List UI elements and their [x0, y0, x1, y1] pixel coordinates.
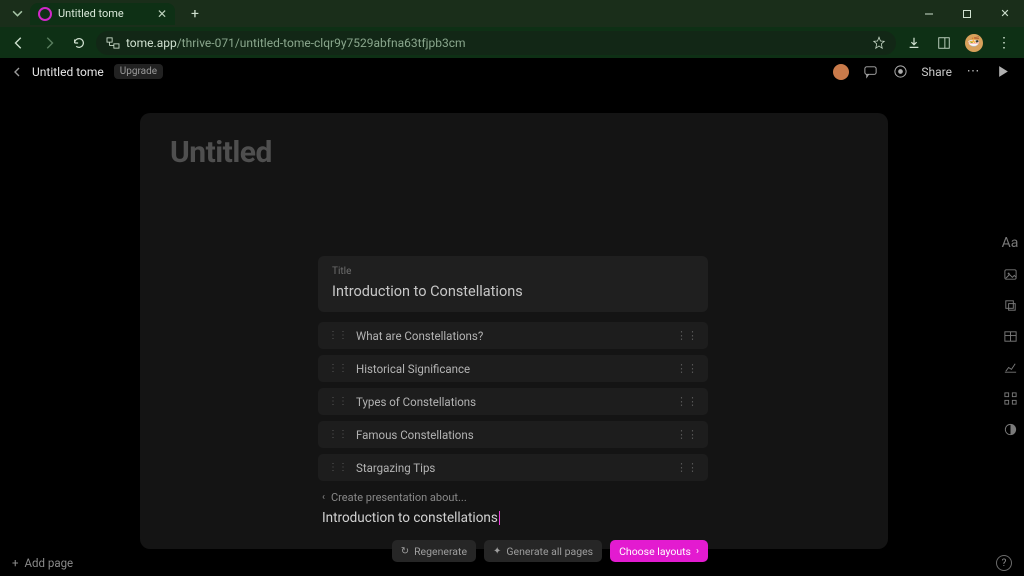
- slide-title[interactable]: Untitled: [170, 135, 858, 170]
- drag-handle-icon[interactable]: ⋮⋮: [328, 330, 348, 341]
- present-icon[interactable]: [994, 63, 1012, 81]
- section-item[interactable]: ⋮⋮Stargazing Tips⋮⋮: [318, 454, 708, 481]
- section-item[interactable]: ⋮⋮Historical Significance⋮⋮: [318, 355, 708, 382]
- profile-avatar[interactable]: 🍜: [960, 29, 988, 57]
- drag-handle-icon[interactable]: ⋮⋮: [328, 363, 348, 374]
- nav-forward-button[interactable]: [36, 30, 62, 56]
- more-menu-icon[interactable]: ⋯: [964, 63, 982, 81]
- text-cursor: [499, 511, 500, 525]
- add-page-button[interactable]: + Add page: [12, 556, 73, 570]
- generator-panel: Title Introduction to Constellations ⋮⋮W…: [318, 256, 708, 562]
- user-avatar[interactable]: [833, 64, 849, 80]
- plus-icon: +: [12, 556, 19, 570]
- app-footer: + Add page ?: [0, 550, 1024, 576]
- text-tool-icon[interactable]: Aa: [1002, 235, 1019, 251]
- grip-icon[interactable]: ⋮⋮: [676, 395, 698, 408]
- nav-reload-button[interactable]: [66, 30, 92, 56]
- chrome-toolbar: tome.app/thrive-071/untitled-tome-clqr9y…: [0, 27, 1024, 58]
- prompt-text[interactable]: Introduction to constellations: [318, 510, 708, 526]
- grip-icon[interactable]: ⋮⋮: [676, 362, 698, 375]
- record-icon[interactable]: [891, 63, 909, 81]
- close-tab-icon[interactable]: ✕: [157, 7, 167, 21]
- title-field-label: Title: [332, 266, 694, 277]
- section-item[interactable]: ⋮⋮What are Constellations?⋮⋮: [318, 322, 708, 349]
- tome-favicon: [38, 7, 52, 21]
- chevron-left-icon: ‹: [322, 492, 325, 503]
- section-item[interactable]: ⋮⋮Famous Constellations⋮⋮: [318, 421, 708, 448]
- chrome-search-tabs-button[interactable]: [6, 0, 28, 27]
- title-field-value[interactable]: Introduction to Constellations: [332, 283, 694, 300]
- section-item[interactable]: ⋮⋮Types of Constellations⋮⋮: [318, 388, 708, 415]
- section-list: ⋮⋮What are Constellations?⋮⋮ ⋮⋮Historica…: [318, 322, 708, 481]
- address-bar[interactable]: tome.app/thrive-071/untitled-tome-clqr9y…: [96, 31, 896, 55]
- chart-tool-icon[interactable]: [1003, 360, 1018, 375]
- back-to-prompt-button[interactable]: ‹ Create presentation about...: [318, 491, 708, 504]
- drag-handle-icon[interactable]: ⋮⋮: [328, 462, 348, 473]
- grip-icon[interactable]: ⋮⋮: [676, 428, 698, 441]
- window-minimize-button[interactable]: [910, 0, 948, 27]
- document-title[interactable]: Untitled tome: [32, 65, 104, 79]
- shape-tool-icon[interactable]: [1003, 298, 1018, 313]
- chrome-menu-icon[interactable]: ⋮: [990, 29, 1018, 57]
- window-close-button[interactable]: ✕: [986, 0, 1024, 27]
- side-panel-icon[interactable]: [930, 29, 958, 57]
- browser-tab[interactable]: Untitled tome ✕: [30, 3, 175, 25]
- new-tab-button[interactable]: +: [183, 2, 207, 26]
- app-back-button[interactable]: [12, 67, 22, 77]
- title-card[interactable]: Title Introduction to Constellations: [318, 256, 708, 312]
- share-button[interactable]: Share: [921, 65, 952, 79]
- grip-icon[interactable]: ⋮⋮: [676, 461, 698, 474]
- table-tool-icon[interactable]: [1003, 329, 1018, 344]
- window-maximize-button[interactable]: [948, 0, 986, 27]
- downloads-icon[interactable]: [900, 29, 928, 57]
- theme-tool-icon[interactable]: [1003, 422, 1018, 437]
- help-button[interactable]: ?: [996, 555, 1012, 571]
- upgrade-button[interactable]: Upgrade: [114, 64, 163, 79]
- grip-icon[interactable]: ⋮⋮: [676, 329, 698, 342]
- chrome-titlebar: Untitled tome ✕ + ✕: [0, 0, 1024, 27]
- bookmark-icon[interactable]: [872, 36, 886, 50]
- drag-handle-icon[interactable]: ⋮⋮: [328, 396, 348, 407]
- site-info-icon[interactable]: [106, 37, 120, 49]
- nav-back-button[interactable]: [6, 30, 32, 56]
- app-header: Untitled tome Upgrade Share ⋯: [0, 58, 1024, 85]
- content-area: Untitled Aa Title Introduction to Conste…: [0, 85, 1024, 576]
- comments-icon[interactable]: [861, 63, 879, 81]
- drag-handle-icon[interactable]: ⋮⋮: [328, 429, 348, 440]
- image-tool-icon[interactable]: [1003, 267, 1018, 282]
- right-toolbar: Aa: [996, 235, 1024, 437]
- apps-tool-icon[interactable]: [1003, 391, 1018, 406]
- url-text: tome.app/thrive-071/untitled-tome-clqr9y…: [126, 36, 466, 50]
- tab-title: Untitled tome: [58, 7, 151, 20]
